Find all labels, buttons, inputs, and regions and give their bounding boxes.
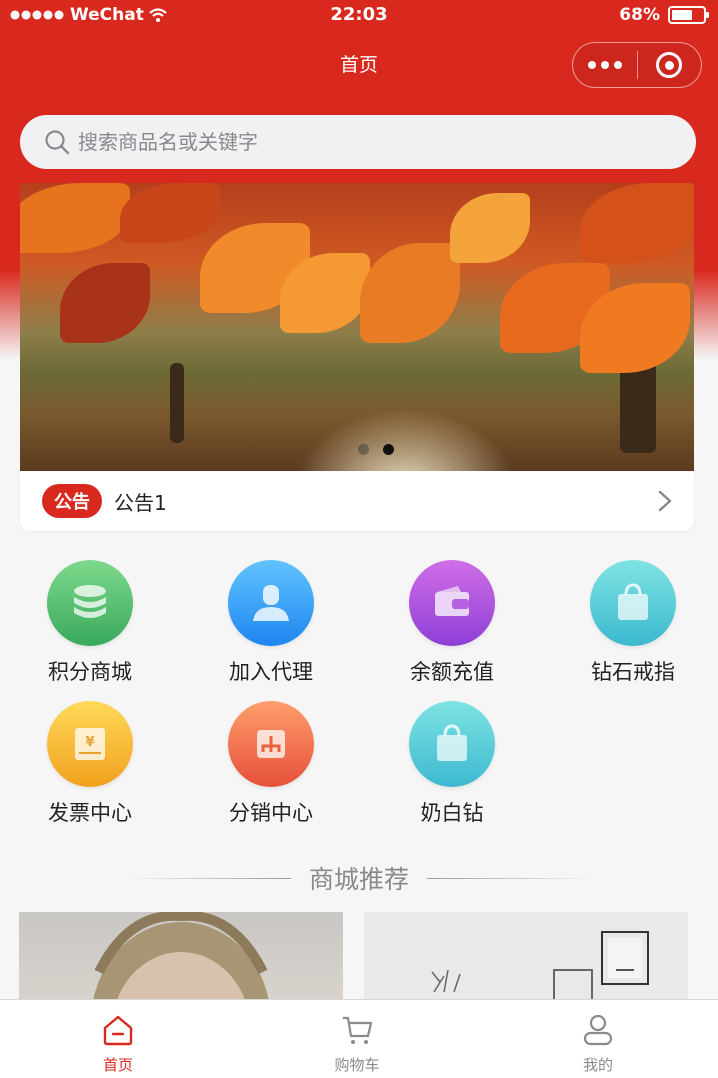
menu-label: 加入代理 bbox=[229, 660, 313, 684]
divider-line bbox=[427, 877, 597, 879]
wallet-icon bbox=[409, 560, 495, 646]
divider-line bbox=[120, 877, 291, 879]
navigation-bar: 首页 bbox=[0, 32, 718, 92]
clock: 22:03 bbox=[330, 4, 388, 25]
cart-icon bbox=[343, 1016, 373, 1044]
menu-label: 发票中心 bbox=[48, 801, 132, 825]
battery-icon bbox=[668, 6, 709, 24]
search-bar[interactable] bbox=[20, 115, 696, 169]
home-icon bbox=[103, 1015, 133, 1046]
shopping-bag-icon bbox=[409, 701, 495, 787]
battery-percent: 68% bbox=[619, 5, 660, 25]
tab-label: 购物车 bbox=[334, 1056, 380, 1074]
menu-item-join-agent[interactable]: 加入代理 bbox=[181, 560, 361, 686]
product-image bbox=[431, 931, 649, 1002]
recommend-section-header: 商城推荐 bbox=[0, 858, 718, 898]
tab-label: 首页 bbox=[102, 1056, 133, 1074]
search-icon bbox=[45, 130, 70, 155]
agent-person-icon bbox=[228, 560, 314, 646]
menu-label: 余额充值 bbox=[410, 660, 494, 684]
tab-home[interactable]: 首页 bbox=[58, 1014, 178, 1075]
menu-item-diamond-ring[interactable]: 钻石戒指 bbox=[543, 560, 718, 686]
product-card[interactable] bbox=[19, 912, 343, 1002]
tab-label: 我的 bbox=[582, 1056, 613, 1074]
menu-item-milk-white-diamond[interactable]: 奶白钻 bbox=[362, 701, 542, 827]
chevron-right-icon bbox=[658, 490, 672, 512]
product-image bbox=[92, 912, 270, 1002]
distribution-icon bbox=[228, 701, 314, 787]
carousel-indicator bbox=[358, 444, 394, 455]
tab-cart[interactable]: 购物车 bbox=[297, 1014, 417, 1075]
close-mini-program-button[interactable] bbox=[638, 52, 702, 78]
menu-label: 分销中心 bbox=[229, 801, 313, 825]
tab-profile[interactable]: 我的 bbox=[538, 1014, 658, 1075]
menu-label: 奶白钻 bbox=[420, 801, 484, 825]
invoice-yen-icon: ¥ bbox=[47, 701, 133, 787]
user-icon bbox=[583, 1014, 613, 1046]
carousel-dot-active[interactable] bbox=[383, 444, 394, 455]
battery-level bbox=[672, 10, 692, 20]
section-title: 商城推荐 bbox=[308, 865, 409, 894]
database-coins-icon bbox=[47, 560, 133, 646]
announcement-bar[interactable]: 公告 公告1 bbox=[20, 471, 694, 531]
menu-item-invoice-center[interactable]: ¥ 发票中心 bbox=[0, 701, 180, 827]
more-options-button[interactable] bbox=[573, 61, 637, 69]
menu-item-recharge[interactable]: 余额充值 bbox=[362, 560, 542, 686]
carousel-dot[interactable] bbox=[358, 444, 369, 455]
announcement-tag: 公告 bbox=[42, 484, 102, 518]
menu-item-distribution-center[interactable]: 分销中心 bbox=[181, 701, 361, 827]
status-bar: WeChat 22:03 68% bbox=[0, 0, 718, 32]
target-icon bbox=[656, 52, 683, 78]
announcement-text: 公告1 bbox=[114, 490, 167, 515]
product-card[interactable] bbox=[364, 912, 688, 1002]
menu-item-points-mall[interactable]: 积分商城 bbox=[0, 560, 180, 686]
shopping-bag-icon bbox=[590, 560, 676, 646]
search-input[interactable] bbox=[78, 130, 638, 154]
banner-carousel[interactable] bbox=[20, 183, 694, 471]
mini-program-capsule bbox=[572, 42, 702, 88]
menu-label: 钻石戒指 bbox=[591, 660, 675, 684]
svg-text:¥: ¥ bbox=[85, 735, 94, 750]
bottom-tab-bar: 首页 购物车 我的 bbox=[0, 999, 718, 1078]
menu-label: 积分商城 bbox=[48, 660, 132, 684]
